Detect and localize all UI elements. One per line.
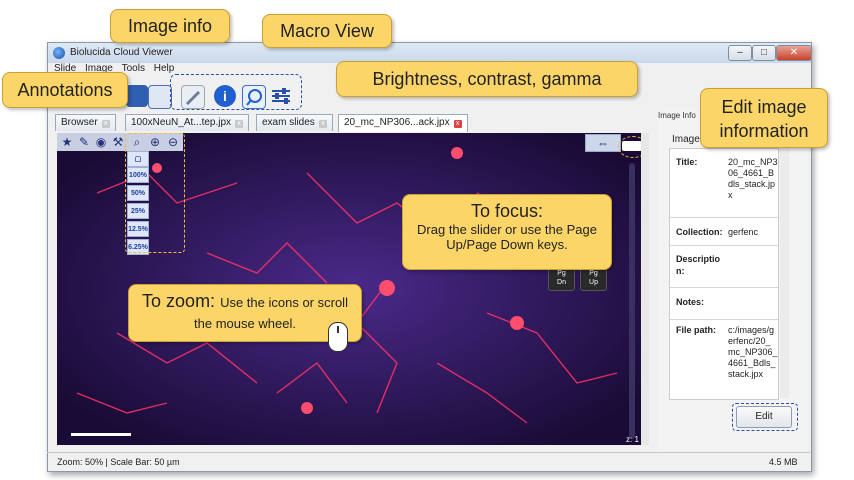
tab-browser[interactable]: Browser x [55, 114, 116, 131]
tab-exam-slides[interactable]: exam slides x [256, 114, 333, 131]
callout-zoom-title: To zoom: [142, 291, 216, 311]
annotation-pen-icon[interactable]: ✎ [76, 134, 92, 150]
focus-slider-track[interactable] [629, 163, 635, 439]
window-title: Biolucida Cloud Viewer [70, 47, 173, 58]
grid-view-icon[interactable] [126, 85, 148, 107]
minimize-button[interactable]: – [728, 45, 752, 61]
menu-tools[interactable]: Tools [122, 63, 145, 74]
callout-focus: To focus: Drag the slider or use the Pag… [402, 194, 612, 270]
field-label: File path: [676, 325, 716, 335]
field-title: Title: 20_mc_NP306_4661_Bdls_stack.jpx [670, 155, 778, 218]
toolbar-highlight [170, 74, 302, 110]
callout-macro-view: Macro View [262, 14, 392, 48]
callout-zoom: To zoom: Use the icons or scroll the mou… [128, 284, 362, 342]
eye-icon[interactable]: ◉ [93, 134, 109, 150]
wrench-icon[interactable]: ⚒ [110, 134, 126, 150]
scale-bar [71, 433, 131, 436]
viewer-scrollbar[interactable] [641, 133, 649, 445]
field-notes: Notes: [670, 289, 778, 320]
image-info-fields: Title: 20_mc_NP306_4661_Bdls_stack.jpx C… [669, 148, 779, 400]
callout-brightness: Brightness, contrast, gamma [336, 61, 638, 97]
field-label: Collection: [676, 227, 723, 237]
zoom-highlight [125, 133, 185, 253]
app-icon [53, 47, 65, 59]
callout-focus-title: To focus: [470, 201, 544, 221]
z-readout: z: 1 [626, 435, 639, 444]
callout-annotations: Annotations [2, 72, 128, 108]
menu-help[interactable]: Help [154, 63, 175, 74]
callout-focus-body: Drag the slider or use the Page Up/Page … [417, 222, 597, 252]
star-icon[interactable]: ★ [59, 134, 75, 150]
panel-tab-image-info[interactable]: Image Info [658, 111, 696, 120]
maximize-button[interactable]: □ [752, 45, 776, 61]
status-zoom: Zoom: 50% | Scale Bar: 50 µm [57, 457, 180, 467]
field-value: 20_mc_NP306_4661_Bdls_stack.jpx [728, 157, 778, 200]
panel-scrollbar[interactable] [780, 148, 789, 398]
tab-100xneun[interactable]: 100xNeuN_At...tep.jpx x [125, 114, 250, 131]
field-label: Description: [676, 254, 721, 276]
mouse-icon [328, 322, 348, 352]
field-value: gerfenc [728, 227, 759, 237]
field-value: c:/images/gerfenc/20_mc_NP306_4661_Bdls_… [728, 325, 778, 379]
field-collection: Collection: gerfenc [670, 219, 778, 246]
panel-header: Image [672, 134, 700, 145]
tab-20-mc-np306[interactable]: 20_mc_NP306...ack.jpx x [338, 114, 468, 132]
callout-edit-image: Edit image information [700, 88, 828, 148]
navigation-arrows-icon[interactable]: ⇔ [585, 134, 621, 152]
title-bar: Biolucida Cloud Viewer – □ ✕ [48, 43, 812, 63]
field-file-path: File path: c:/images/gerfenc/20_mc_NP306… [670, 321, 778, 397]
edit-button[interactable]: Edit [736, 406, 792, 428]
book-icon[interactable] [148, 85, 172, 109]
status-size: 4.5 MB [769, 457, 798, 467]
field-label: Title: [676, 157, 698, 167]
tab-close-icon[interactable]: x [453, 120, 462, 128]
field-description: Description: [670, 247, 778, 288]
tab-close-icon[interactable]: x [101, 120, 110, 128]
callout-image-info: Image info [110, 9, 230, 43]
callout-zoom-body: Use the icons or scroll the mouse wheel. [194, 295, 348, 331]
field-label: Notes: [676, 297, 705, 307]
status-bar: Zoom: 50% | Scale Bar: 50 µm 4.5 MB [47, 452, 810, 471]
tab-close-icon[interactable]: x [235, 120, 244, 128]
close-button[interactable]: ✕ [776, 45, 812, 61]
tab-close-icon[interactable]: x [318, 120, 327, 128]
